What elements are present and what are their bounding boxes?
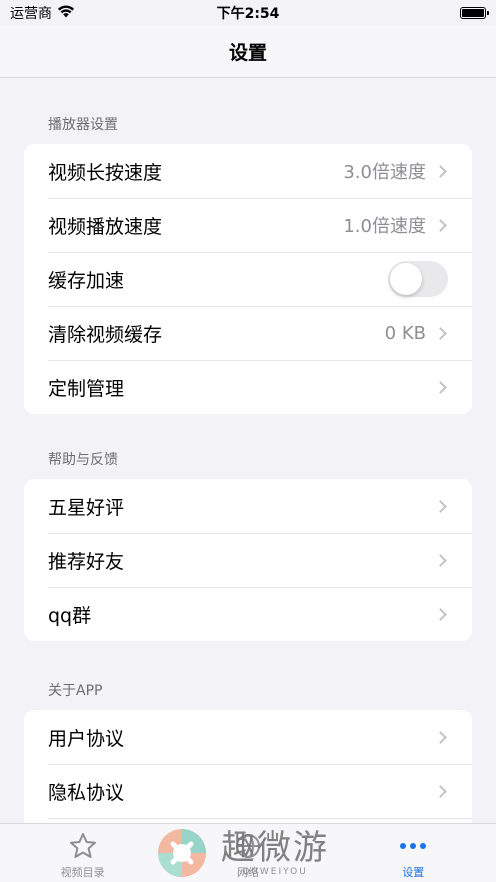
- dot: [410, 843, 417, 849]
- row-label: 缓存加速: [48, 269, 125, 292]
- row-custom-management[interactable]: 定制管理: [24, 360, 472, 414]
- dot: [420, 843, 427, 849]
- tab-label: 设置: [402, 866, 425, 879]
- group-about-app: 用户协议 隐私协议: [24, 710, 472, 823]
- toggle-knob: [390, 263, 422, 295]
- row-privacy-agreement[interactable]: 隐私协议: [24, 764, 472, 818]
- row-label: 隐私协议: [48, 781, 125, 804]
- row-value: 3.0倍速度: [343, 162, 426, 183]
- row-cache-acceleration: 缓存加速: [24, 252, 472, 306]
- row-playback-speed[interactable]: 视频播放速度 1.0倍速度: [24, 198, 472, 252]
- chevron-right-icon: [434, 164, 447, 178]
- chevron-right-icon: [434, 607, 447, 621]
- section-header-about: 关于APP: [48, 683, 103, 699]
- settings-screen: 运营商 下午2:54 设置 播放器设置 视频长按速度 3.0倍速度 视频播放速度…: [0, 0, 496, 882]
- chevron-right-icon: [434, 380, 447, 394]
- settings-list[interactable]: 播放器设置 视频长按速度 3.0倍速度 视频播放速度 1.0倍速度 缓存加速 清…: [0, 79, 496, 823]
- tab-label: 视频目录: [60, 866, 105, 879]
- tab-network[interactable]: 网络: [188, 830, 308, 880]
- chevron-right-icon: [434, 553, 447, 567]
- chevron-right-icon: [434, 218, 447, 232]
- more-dots-icon: [400, 830, 427, 862]
- row-label: 视频播放速度: [48, 215, 163, 238]
- tab-label: 网络: [236, 866, 259, 879]
- globe-icon: [233, 830, 263, 862]
- row-value: 0 KB: [384, 322, 426, 344]
- star-icon: [68, 830, 98, 862]
- row-value: 1.0倍速度: [343, 216, 426, 237]
- row-label: qq群: [48, 604, 92, 627]
- status-left: 运营商: [10, 3, 75, 23]
- row-user-agreement[interactable]: 用户协议: [24, 710, 472, 764]
- section-header-player: 播放器设置: [48, 117, 118, 133]
- dots: [400, 843, 427, 849]
- nav-bar: 设置: [0, 26, 496, 78]
- tab-video-catalog[interactable]: 视频目录: [23, 830, 143, 880]
- group-help-feedback: 五星好评 推荐好友 qq群: [24, 479, 472, 641]
- carrier-label: 运营商: [10, 6, 52, 22]
- row-label: 视频长按速度: [48, 161, 163, 184]
- row-five-star-rating[interactable]: 五星好评: [24, 479, 472, 533]
- row-long-press-speed[interactable]: 视频长按速度 3.0倍速度: [24, 144, 472, 198]
- tab-bar: 视频目录 网络 设置: [0, 823, 496, 882]
- page-title: 设置: [228, 42, 267, 64]
- row-label: 五星好评: [48, 496, 125, 519]
- row-label: 推荐好友: [48, 550, 125, 573]
- row-label: 用户协议: [48, 727, 125, 750]
- status-bar: 运营商 下午2:54: [0, 0, 496, 26]
- status-time: 下午2:54: [216, 6, 280, 22]
- group-player-settings: 视频长按速度 3.0倍速度 视频播放速度 1.0倍速度 缓存加速 清除视频缓存 …: [24, 144, 472, 414]
- battery-fill: [462, 9, 484, 17]
- tab-settings[interactable]: 设置: [353, 830, 473, 880]
- row-clear-video-cache[interactable]: 清除视频缓存 0 KB: [24, 306, 472, 360]
- chevron-right-icon: [434, 326, 447, 340]
- battery-icon: [460, 7, 489, 19]
- row-label: 定制管理: [48, 377, 125, 400]
- row-qq-group[interactable]: qq群: [24, 587, 472, 641]
- cache-acceleration-toggle[interactable]: [388, 261, 448, 297]
- chevron-right-icon: [434, 499, 447, 513]
- chevron-right-icon: [434, 784, 447, 798]
- section-header-help: 帮助与反馈: [48, 452, 118, 468]
- chevron-right-icon: [434, 730, 447, 744]
- wifi-icon: [57, 5, 75, 22]
- dot: [400, 843, 407, 849]
- row-label: 清除视频缓存: [48, 323, 163, 346]
- row-recommend-friends[interactable]: 推荐好友: [24, 533, 472, 587]
